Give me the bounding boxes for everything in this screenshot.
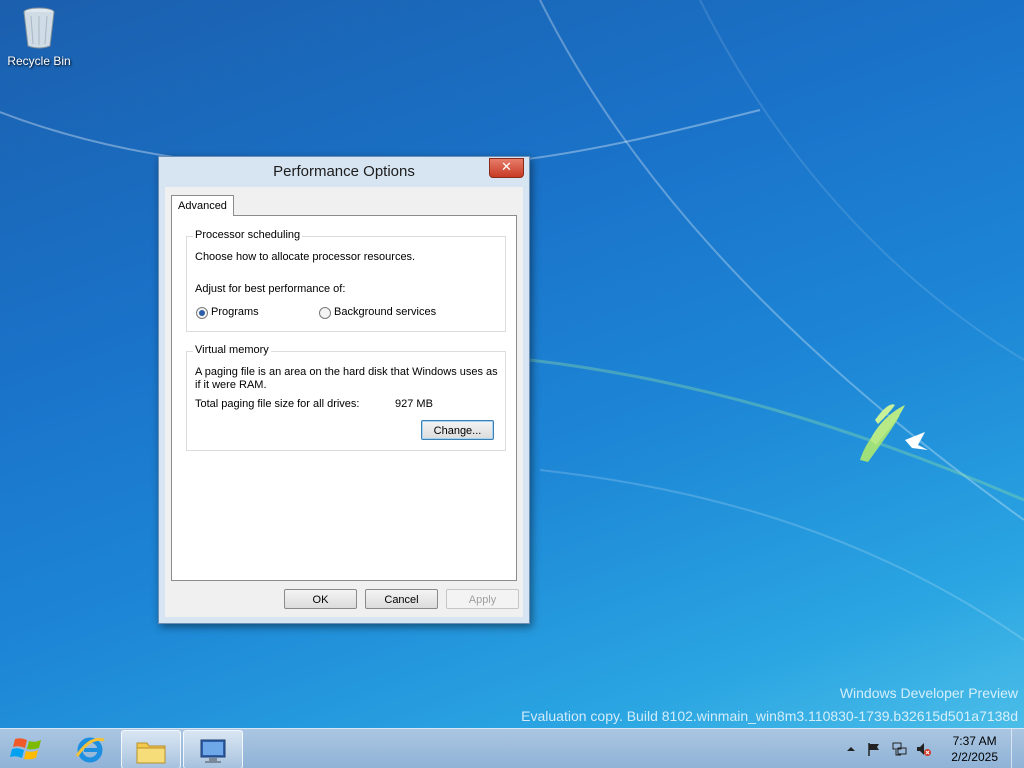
apply-button[interactable]: Apply xyxy=(446,589,519,609)
clock-date: 2/2/2025 xyxy=(951,750,998,764)
recycle-bin-icon xyxy=(23,7,55,49)
cancel-button[interactable]: Cancel xyxy=(365,589,438,609)
volume-muted-icon[interactable] xyxy=(915,741,931,757)
tab-advanced[interactable]: Advanced xyxy=(171,195,234,216)
programs-radio-label[interactable]: Programs xyxy=(211,306,259,318)
virtual-memory-legend: Virtual memory xyxy=(193,344,271,356)
network-icon[interactable] xyxy=(891,741,907,757)
desktop-icon-label: Recycle Bin xyxy=(7,54,71,68)
show-hidden-icons-arrow-icon[interactable] xyxy=(843,741,859,757)
windows-logo-icon xyxy=(10,738,41,760)
watermark-build: Evaluation copy. Build 8102.winmain_win8… xyxy=(521,708,1018,724)
close-button[interactable]: ✕ xyxy=(489,158,524,178)
wallpaper-birds xyxy=(860,404,928,462)
show-desktop-button[interactable] xyxy=(1011,729,1024,768)
change-button[interactable]: Change... xyxy=(421,420,494,440)
programs-radio[interactable] xyxy=(196,307,208,319)
background-services-radio-label[interactable]: Background services xyxy=(334,306,436,318)
ok-button[interactable]: OK xyxy=(284,589,357,609)
total-paging-label: Total paging file size for all drives: xyxy=(195,398,360,410)
clock-time: 7:37 AM xyxy=(952,734,997,748)
start-button[interactable] xyxy=(0,729,56,768)
dialog-client-area: Advanced Processor scheduling Choose how… xyxy=(165,187,523,617)
dialog-titlebar[interactable]: Performance Options ✕ xyxy=(159,157,529,187)
taskbar: 7:37 AM 2/2/2025 xyxy=(0,728,1024,768)
processor-scheduling-group: Processor scheduling Choose how to alloc… xyxy=(186,229,506,332)
adjust-for-label: Adjust for best performance of: xyxy=(195,283,346,295)
performance-options-dialog: Performance Options ✕ Advanced Processor… xyxy=(158,156,530,624)
taskbar-item-file-explorer[interactable] xyxy=(121,730,181,768)
background-services-radio[interactable] xyxy=(319,307,331,319)
tab-panel-advanced: Processor scheduling Choose how to alloc… xyxy=(171,215,517,581)
internet-explorer-icon xyxy=(75,737,105,763)
file-explorer-icon xyxy=(136,742,166,764)
close-icon: ✕ xyxy=(501,160,512,175)
processor-scheduling-description: Choose how to allocate processor resourc… xyxy=(195,251,416,263)
watermark-edition: Windows Developer Preview xyxy=(839,685,1018,701)
dialog-title: Performance Options xyxy=(273,163,415,180)
taskbar-item-system-properties[interactable] xyxy=(183,730,243,768)
action-center-flag-icon[interactable] xyxy=(866,741,882,757)
virtual-memory-description-line2: if it were RAM. xyxy=(195,379,267,391)
total-paging-value: 927 MB xyxy=(395,398,433,410)
system-properties-icon xyxy=(200,739,226,763)
processor-scheduling-legend: Processor scheduling xyxy=(193,229,303,241)
virtual-memory-description-line1: A paging file is an area on the hard dis… xyxy=(195,366,498,378)
taskbar-clock[interactable]: 7:37 AM 2/2/2025 xyxy=(951,733,998,765)
taskbar-item-internet-explorer[interactable] xyxy=(61,730,119,767)
virtual-memory-group: Virtual memory A paging file is an area … xyxy=(186,344,506,451)
desktop-icon-recycle-bin[interactable]: Recycle Bin xyxy=(4,6,74,68)
